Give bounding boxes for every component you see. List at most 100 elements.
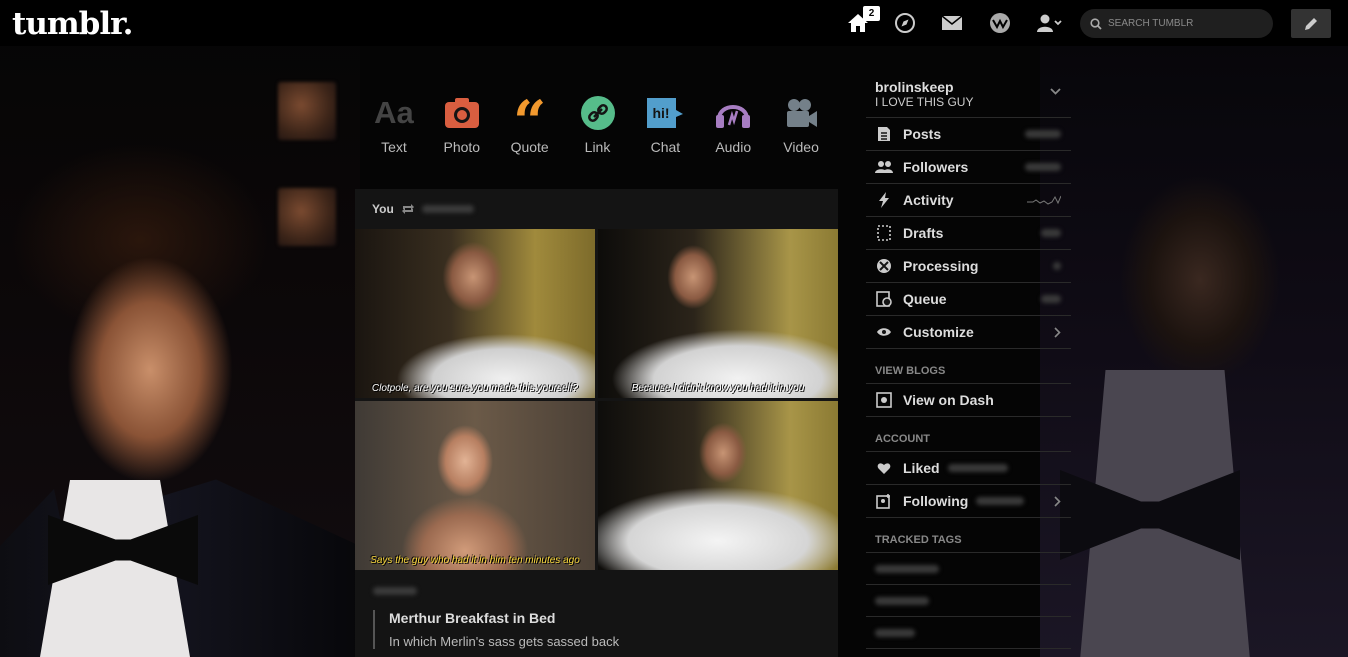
post-type-bar: Aa Text Photo “ Quote Link hi! Chat Audi… [360,88,835,156]
blog-name: brolinskeep [875,79,954,95]
post-type-label: Audio [715,139,752,155]
sidebar-item-label: Customize [903,324,974,340]
dashboard-icon [875,392,893,408]
sidebar-item-label: Posts [903,126,942,142]
lightning-icon [875,192,893,208]
post-title: Merthur Breakfast in Bed [373,610,820,626]
tracked-tag[interactable] [866,553,1071,585]
post-header: You [355,189,838,229]
sidebar-item-activity[interactable]: Activity [866,184,1071,217]
inbox-icon[interactable] [941,12,963,34]
processing-count [1053,262,1061,270]
drafts-icon [875,225,893,241]
queue-count [1041,295,1061,303]
view-on-dash-link[interactable]: View on Dash [866,384,1071,417]
text-icon: Aa [374,95,414,130]
reblog-icon [401,204,414,214]
svg-text:hi!: hi! [653,105,670,121]
blog-switcher[interactable]: brolinskeep I LOVE THIS GUY [866,72,1071,118]
tracked-tag[interactable] [866,585,1071,617]
search-input[interactable] [1108,18,1258,29]
sidebar-item-label: View on Dash [903,392,994,408]
sidebar-item-queue[interactable]: Queue [866,283,1071,316]
posts-icon [875,126,893,142]
source-blog-name[interactable] [373,587,417,595]
post-type-label: Quote [510,139,549,155]
following-icon [875,493,893,509]
account-heading: ACCOUNT [866,417,1071,452]
chevron-right-icon [1054,495,1061,507]
sidebar-item-customize[interactable]: Customize [866,316,1071,349]
drafts-count [1041,229,1061,237]
sidebar-item-label: Followers [903,159,969,175]
post-type-video[interactable]: Video [767,95,835,155]
post-type-chat[interactable]: hi! Chat [631,95,699,155]
avatar[interactable] [278,188,336,246]
chat-icon: hi! [631,95,699,131]
post-type-text[interactable]: Aa Text [360,95,428,155]
background-photo-right [1040,40,1348,657]
sidebar-item-followers[interactable]: Followers [866,151,1071,184]
activity-sparkline [1027,195,1061,205]
camera-icon [428,95,496,131]
liked-count [947,464,1008,472]
activity-icon[interactable] [989,12,1011,34]
sidebar-item-liked[interactable]: Liked [866,452,1071,485]
post-type-label: Photo [443,139,481,155]
avatar[interactable] [278,82,336,140]
quote-icon: “ [512,88,547,156]
sidebar-item-label: Activity [903,192,954,208]
post-summary: In which Merlin's sass gets sassed back [373,626,820,649]
tracked-tag[interactable] [866,617,1071,649]
eye-icon [875,327,893,337]
followers-icon [875,160,893,174]
gif-frame[interactable]: Clotpole, are you sure you made this you… [355,229,595,398]
post-type-audio[interactable]: Audio [699,95,767,155]
blog-sidebar: brolinskeep I LOVE THIS GUY Posts Follow… [866,72,1071,649]
post-type-link[interactable]: Link [564,95,632,155]
followers-count [1025,163,1061,171]
gif-caption: Says the guy who had it in him ten minut… [370,555,580,566]
video-camera-icon [767,95,835,131]
sidebar-item-drafts[interactable]: Drafts [866,217,1071,250]
search-bar[interactable] [1080,9,1273,38]
notification-badge: 2 [863,6,880,21]
sidebar-item-label: Queue [903,291,947,307]
post-type-quote[interactable]: “ Quote [496,88,564,156]
headphones-icon [699,95,767,131]
sidebar-item-processing[interactable]: Processing [866,250,1071,283]
heart-icon [875,462,893,475]
gif-frame[interactable]: Says the guy who had it in him ten minut… [355,401,595,570]
post-type-photo[interactable]: Photo [428,95,496,155]
search-icon [1090,17,1102,30]
account-icon[interactable] [1036,12,1062,34]
dashboard-post: You Clotpole, are you sure you made this… [355,189,838,657]
gif-frame[interactable]: Because I didn't know you had it in you [598,229,838,398]
blog-title: I LOVE THIS GUY [875,95,974,109]
gif-caption: Clotpole, are you sure you made this you… [371,383,579,394]
view-blogs-heading: VIEW BLOGS [866,349,1071,384]
tumblr-logo[interactable]: tumblr. [12,6,133,42]
sidebar-item-following[interactable]: Following [866,485,1071,518]
sidebar-item-label: Processing [903,258,979,274]
explore-icon[interactable] [894,12,916,34]
chevron-down-icon [1050,88,1061,95]
sidebar-item-label: Drafts [903,225,944,241]
post-body: Merthur Breakfast in Bed In which Merlin… [355,572,838,649]
post-type-label: Video [783,139,819,155]
gif-frame[interactable] [598,401,838,570]
reblogged-from-name[interactable] [421,205,474,213]
sidebar-item-posts[interactable]: Posts [866,118,1071,151]
top-navigation-bar: tumblr. 2 [0,0,1348,46]
tracked-tag-label [875,596,929,605]
posts-count [1025,130,1061,138]
pencil-icon [1305,17,1317,30]
sidebar-item-label: Liked [903,460,940,476]
post-type-label: Link [584,139,611,155]
compose-button[interactable] [1291,9,1331,38]
link-icon [564,95,632,131]
following-count [976,497,1025,505]
post-type-label: Text [381,139,407,155]
queue-icon [875,291,893,307]
post-author[interactable]: You [372,202,394,216]
